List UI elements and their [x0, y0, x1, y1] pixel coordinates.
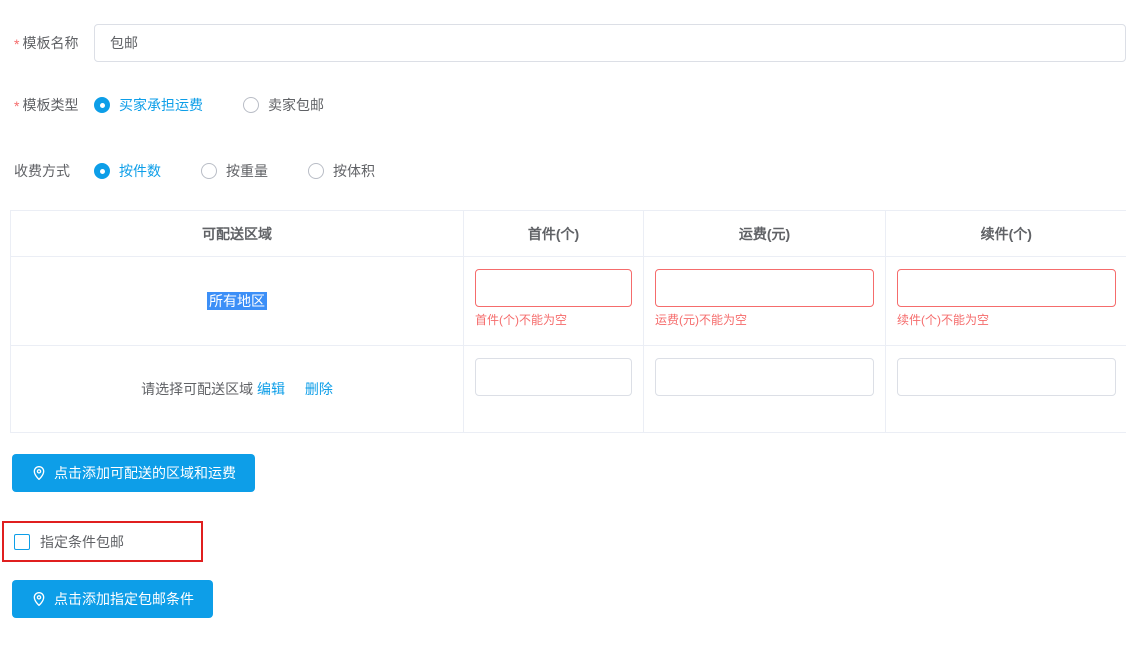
table-header-row: 可配送区域 首件(个) 运费(元) 续件(个) — [11, 211, 1126, 257]
edit-link[interactable]: 编辑 — [257, 381, 285, 397]
radio-by-volume-label: 按体积 — [333, 161, 375, 181]
delete-link[interactable]: 删除 — [305, 381, 333, 397]
template-name-label-text: 模板名称 — [22, 35, 78, 51]
radio-buyer-pays-label: 买家承担运费 — [119, 95, 203, 115]
header-fee: 运费(元) — [644, 211, 886, 257]
template-name-label: *模板名称 — [14, 33, 94, 53]
radio-unselected-icon — [201, 163, 217, 179]
fee-cell: 运费(元)不能为空 — [644, 257, 886, 346]
charge-method-row: 收费方式 按件数 按重量 按体积 — [14, 161, 1126, 181]
shipping-fee-table: 可配送区域 首件(个) 运费(元) 续件(个) 所有地区 首件(个)不能为空 运… — [10, 210, 1126, 433]
area-cell-select: 请选择可配送区域 编辑 删除 — [11, 346, 464, 433]
template-name-input[interactable] — [94, 24, 1126, 62]
first-piece-error: 首件(个)不能为空 — [475, 311, 632, 328]
template-type-row: *模板类型 买家承担运费 卖家包邮 — [14, 95, 1126, 115]
radio-seller-free-shipping-label: 卖家包邮 — [268, 95, 324, 115]
template-type-label: *模板类型 — [14, 95, 94, 115]
radio-by-piece-label: 按件数 — [119, 161, 161, 181]
radio-by-volume[interactable]: 按体积 — [308, 161, 375, 181]
table-row: 请选择可配送区域 编辑 删除 — [11, 346, 1126, 433]
first-piece-cell: 首件(个)不能为空 — [464, 257, 644, 346]
add-area-fee-button-label: 点击添加可配送的区域和运费 — [54, 463, 236, 483]
next-piece-input[interactable] — [897, 269, 1116, 307]
radio-unselected-icon — [308, 163, 324, 179]
fee-error: 运费(元)不能为空 — [655, 311, 874, 328]
radio-by-weight[interactable]: 按重量 — [201, 161, 268, 181]
template-type-label-text: 模板类型 — [22, 97, 78, 113]
charge-method-label: 收费方式 — [14, 161, 94, 181]
required-asterisk: * — [14, 98, 19, 114]
radio-by-weight-label: 按重量 — [226, 161, 268, 181]
table-row: 所有地区 首件(个)不能为空 运费(元)不能为空 续件(个)不能为空 — [11, 257, 1126, 346]
fee-cell — [644, 346, 886, 433]
radio-buyer-pays[interactable]: 买家承担运费 — [94, 95, 203, 115]
select-area-text: 请选择可配送区域 — [141, 381, 253, 397]
charge-method-radio-group: 按件数 按重量 按体积 — [94, 161, 415, 181]
location-pin-icon — [31, 465, 47, 481]
template-name-row: *模板名称 — [14, 24, 1126, 62]
radio-by-piece[interactable]: 按件数 — [94, 161, 161, 181]
add-free-shipping-condition-button[interactable]: 点击添加指定包邮条件 — [12, 580, 213, 618]
add-free-shipping-condition-button-label: 点击添加指定包邮条件 — [54, 589, 194, 609]
charge-method-label-text: 收费方式 — [14, 163, 70, 179]
add-area-fee-button[interactable]: 点击添加可配送的区域和运费 — [12, 454, 255, 492]
first-piece-input[interactable] — [475, 358, 632, 396]
next-piece-input[interactable] — [897, 358, 1116, 396]
conditional-free-shipping-checkbox[interactable] — [14, 534, 30, 550]
fee-input[interactable] — [655, 358, 874, 396]
template-type-radio-group: 买家承担运费 卖家包邮 — [94, 95, 364, 115]
radio-unselected-icon — [243, 97, 259, 113]
radio-selected-icon — [94, 163, 110, 179]
next-piece-cell: 续件(个)不能为空 — [886, 257, 1126, 346]
radio-seller-free-shipping[interactable]: 卖家包邮 — [243, 95, 324, 115]
conditional-free-shipping-label: 指定条件包邮 — [40, 532, 124, 552]
header-delivery-area: 可配送区域 — [11, 211, 464, 257]
radio-selected-icon — [94, 97, 110, 113]
next-piece-cell — [886, 346, 1126, 433]
all-regions-link[interactable]: 所有地区 — [207, 292, 267, 310]
area-cell-all-regions: 所有地区 — [11, 257, 464, 346]
conditional-free-shipping-box: 指定条件包邮 — [2, 521, 203, 562]
first-piece-cell — [464, 346, 644, 433]
shipping-template-form: *模板名称 *模板类型 买家承担运费 卖家包邮 收费方式 按件数 — [0, 24, 1126, 666]
header-next-piece: 续件(个) — [886, 211, 1126, 257]
first-piece-input[interactable] — [475, 269, 632, 307]
required-asterisk: * — [14, 36, 19, 52]
header-first-piece: 首件(个) — [464, 211, 644, 257]
next-piece-error: 续件(个)不能为空 — [897, 311, 1116, 328]
location-pin-icon — [31, 591, 47, 607]
fee-input[interactable] — [655, 269, 874, 307]
